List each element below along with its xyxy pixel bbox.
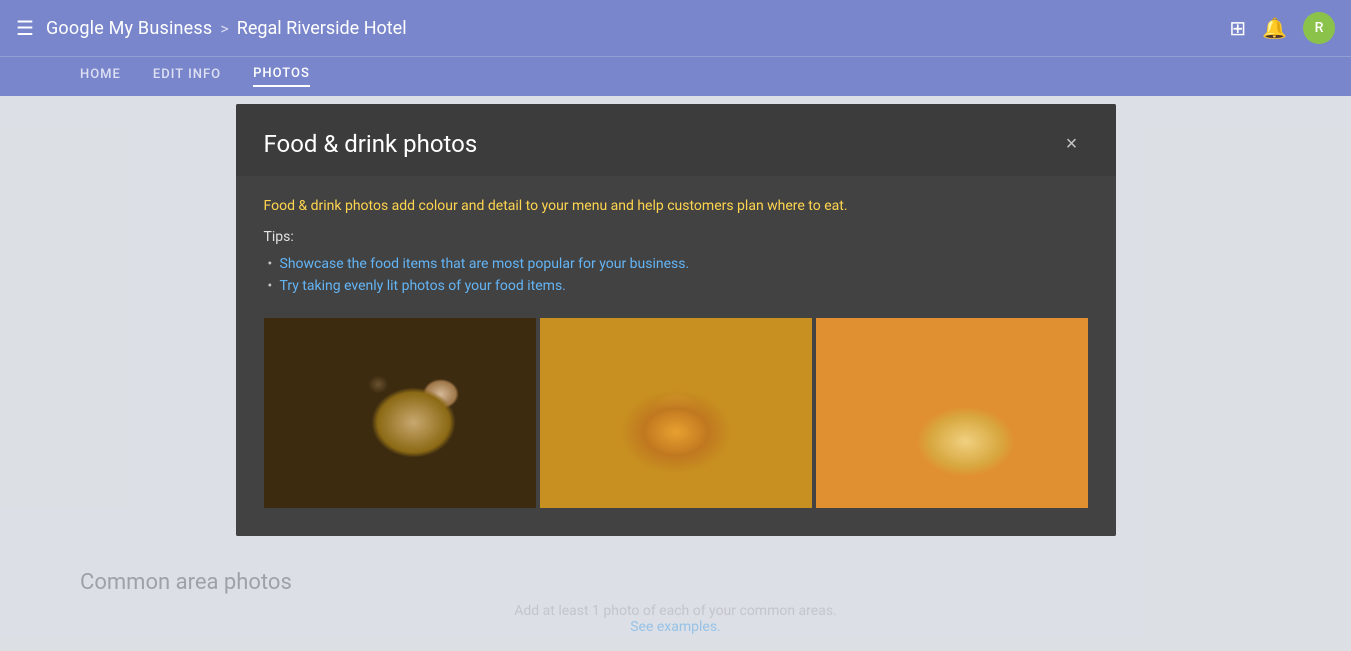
- breadcrumb-business-name[interactable]: Regal Riverside Hotel: [237, 18, 407, 39]
- avatar[interactable]: R: [1303, 12, 1335, 44]
- top-bar-right: ⊞ 🔔 R: [1229, 12, 1335, 44]
- modal-body: Food & drink photos add colour and detai…: [236, 176, 1116, 536]
- nav-item-home[interactable]: HOME: [80, 67, 121, 86]
- modal-description: Food & drink photos add colour and detai…: [264, 196, 1088, 217]
- nav-item-edit-info[interactable]: EDIT INFO: [153, 67, 221, 86]
- breadcrumb: Google My Business > Regal Riverside Hot…: [46, 18, 407, 39]
- breadcrumb-app-name[interactable]: Google My Business: [46, 18, 212, 39]
- modal-title: Food & drink photos: [264, 130, 478, 158]
- food-photo-2[interactable]: [540, 318, 812, 508]
- tip-item-1: Showcase the food items that are most po…: [264, 253, 1088, 275]
- breadcrumb-separator: >: [220, 19, 228, 38]
- food-photo-3[interactable]: [816, 318, 1088, 508]
- tips-label: Tips:: [264, 229, 1088, 245]
- hamburger-icon[interactable]: ☰: [16, 16, 34, 40]
- notification-bell-icon[interactable]: 🔔: [1262, 16, 1287, 40]
- top-navigation-bar: ☰ Google My Business > Regal Riverside H…: [0, 0, 1351, 56]
- sub-navigation: HOME EDIT INFO PHOTOS: [0, 56, 1351, 96]
- food-drink-photos-modal: Food & drink photos × Food & drink photo…: [236, 104, 1116, 536]
- grid-icon[interactable]: ⊞: [1229, 16, 1246, 40]
- modal-close-button[interactable]: ×: [1056, 128, 1088, 160]
- nav-item-photos[interactable]: PHOTOS: [253, 66, 310, 87]
- top-bar-left: ☰ Google My Business > Regal Riverside H…: [16, 16, 1229, 40]
- tips-list: Showcase the food items that are most po…: [264, 253, 1088, 298]
- photo-grid: [264, 318, 1088, 508]
- food-photo-1[interactable]: [264, 318, 536, 508]
- tip-item-2: Try taking evenly lit photos of your foo…: [264, 275, 1088, 297]
- main-content: Food & drink photos × Food & drink photo…: [0, 96, 1351, 651]
- modal-header: Food & drink photos ×: [236, 104, 1116, 176]
